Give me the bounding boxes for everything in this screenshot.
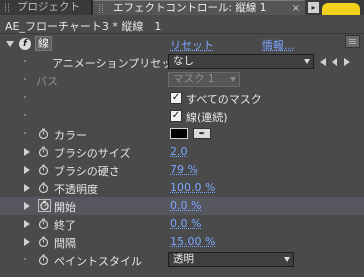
layer-name: AE_フローチャート3 * 縦線 1 bbox=[5, 20, 162, 33]
brush-size-label: ブラシのサイズ bbox=[54, 147, 131, 160]
tab-grip-icon[interactable] bbox=[99, 4, 103, 13]
path-value: マスク 1 bbox=[173, 73, 215, 85]
opacity-label: 不透明度 bbox=[54, 183, 98, 196]
paint-style-value: 透明 bbox=[173, 253, 194, 265]
start-value[interactable]: 0.0 % bbox=[170, 199, 201, 212]
path-row: パス マスク 1 bbox=[0, 71, 364, 89]
tab-grip-icon[interactable] bbox=[5, 3, 9, 12]
all-masks-label: すべてのマスク bbox=[186, 93, 262, 106]
chevron-down-icon bbox=[230, 77, 236, 82]
about-link[interactable]: 情報... bbox=[262, 37, 295, 53]
brush-hardness-value[interactable]: 79 % bbox=[170, 163, 198, 176]
brush-size-value[interactable]: 2.0 bbox=[170, 145, 188, 158]
row-dot bbox=[24, 132, 26, 134]
stroke-sequentially-checkbox[interactable]: ✓ bbox=[170, 110, 182, 122]
tab-project[interactable]: プロジェクト bbox=[0, 0, 92, 15]
all-masks-checkbox[interactable]: ✓ bbox=[170, 92, 182, 104]
row-dot bbox=[24, 78, 26, 80]
tab-project-label: プロジェクト bbox=[17, 1, 80, 13]
opacity-value[interactable]: 100.0 % bbox=[170, 181, 215, 194]
active-panel-highlight bbox=[322, 3, 360, 15]
expand-triangle-icon[interactable] bbox=[24, 184, 30, 192]
row-dot bbox=[24, 258, 26, 260]
stroke-sequentially-row: ✓ 線(連続) bbox=[0, 107, 364, 125]
stroke-sequentially-label: 線(連続) bbox=[186, 111, 228, 124]
next-preset-icon[interactable] bbox=[344, 58, 350, 66]
property-row-spacing: 間隔 15.00 % bbox=[0, 233, 364, 251]
path-dropdown[interactable]: マスク 1 bbox=[168, 72, 240, 87]
row-dot bbox=[24, 114, 26, 116]
expand-triangle-icon[interactable] bbox=[6, 41, 14, 47]
tab-effect-controls[interactable]: エフェクトコントロール: 縦線 1 × bbox=[93, 0, 305, 15]
stopwatch-icon[interactable] bbox=[38, 182, 49, 193]
stopwatch-icon[interactable] bbox=[38, 164, 49, 175]
expand-triangle-icon[interactable] bbox=[24, 166, 30, 174]
animation-preset-row: アニメーションプリセット : なし bbox=[0, 53, 364, 71]
stopwatch-active-icon[interactable] bbox=[38, 199, 51, 212]
property-row-opacity: 不透明度 100.0 % bbox=[0, 179, 364, 197]
spacing-value[interactable]: 15.00 % bbox=[170, 235, 215, 248]
property-row-end: 終了 0.0 % bbox=[0, 215, 364, 233]
panel-menu-icon[interactable]: ▸ bbox=[308, 2, 319, 13]
panel-tab-bar: プロジェクト エフェクトコントロール: 縦線 1 × ▸ bbox=[0, 0, 364, 15]
expand-triangle-icon[interactable] bbox=[24, 238, 30, 246]
paint-style-label: ペイントスタイル bbox=[54, 255, 142, 268]
property-row-brush-hardness: ブラシの硬さ 79 % bbox=[0, 161, 364, 179]
row-dot bbox=[24, 96, 26, 98]
color-swatch[interactable] bbox=[170, 128, 188, 139]
start-label: 開始 bbox=[54, 201, 76, 214]
tab-close-icon[interactable]: × bbox=[292, 1, 300, 16]
spacing-label: 間隔 bbox=[54, 237, 76, 250]
expand-triangle-icon[interactable] bbox=[24, 148, 30, 156]
stopwatch-icon[interactable] bbox=[38, 254, 49, 265]
fx-toggle-icon[interactable]: f bbox=[19, 38, 31, 50]
stopwatch-icon[interactable] bbox=[38, 128, 49, 139]
previous-preset-icon[interactable] bbox=[320, 58, 326, 66]
preset-nav bbox=[318, 56, 358, 68]
stopwatch-icon[interactable] bbox=[38, 146, 49, 157]
chevron-down-icon bbox=[304, 59, 310, 64]
previous-preset-small-icon[interactable] bbox=[332, 58, 337, 66]
row-dot bbox=[24, 60, 26, 62]
paint-style-dropdown[interactable]: 透明 bbox=[168, 252, 294, 267]
all-masks-row: ✓ すべてのマスク bbox=[0, 89, 364, 107]
expand-triangle-icon[interactable] bbox=[24, 202, 30, 210]
chevron-down-icon bbox=[284, 257, 290, 262]
path-label: パス bbox=[36, 75, 58, 88]
end-value[interactable]: 0.0 % bbox=[170, 217, 201, 230]
animation-preset-dropdown[interactable]: なし bbox=[168, 54, 314, 69]
property-row-color: カラー ✒ bbox=[0, 125, 364, 143]
property-row-start: 開始 0.0 % bbox=[0, 197, 364, 215]
reset-link[interactable]: リセット bbox=[170, 37, 214, 53]
layer-header: AE_フローチャート3 * 縦線 1 bbox=[0, 15, 364, 34]
eyedropper-icon[interactable]: ✒ bbox=[193, 128, 211, 139]
property-row-brush-size: ブラシのサイズ 2.0 bbox=[0, 143, 364, 161]
brush-hardness-label: ブラシの硬さ bbox=[54, 165, 120, 178]
expand-triangle-icon[interactable] bbox=[24, 220, 30, 228]
tab-effect-controls-label: エフェクトコントロール: 縦線 1 bbox=[113, 2, 267, 14]
stopwatch-icon[interactable] bbox=[38, 236, 49, 247]
effect-row-stroke[interactable]: f 線 リセット 情報... bbox=[0, 35, 364, 53]
effect-name[interactable]: 線 bbox=[35, 36, 52, 51]
stopwatch-icon[interactable] bbox=[38, 218, 49, 229]
color-label: カラー bbox=[54, 129, 87, 142]
end-label: 終了 bbox=[54, 219, 76, 232]
property-row-paint-style: ペイントスタイル 透明 bbox=[0, 251, 364, 269]
animation-preset-value: なし bbox=[173, 55, 194, 67]
